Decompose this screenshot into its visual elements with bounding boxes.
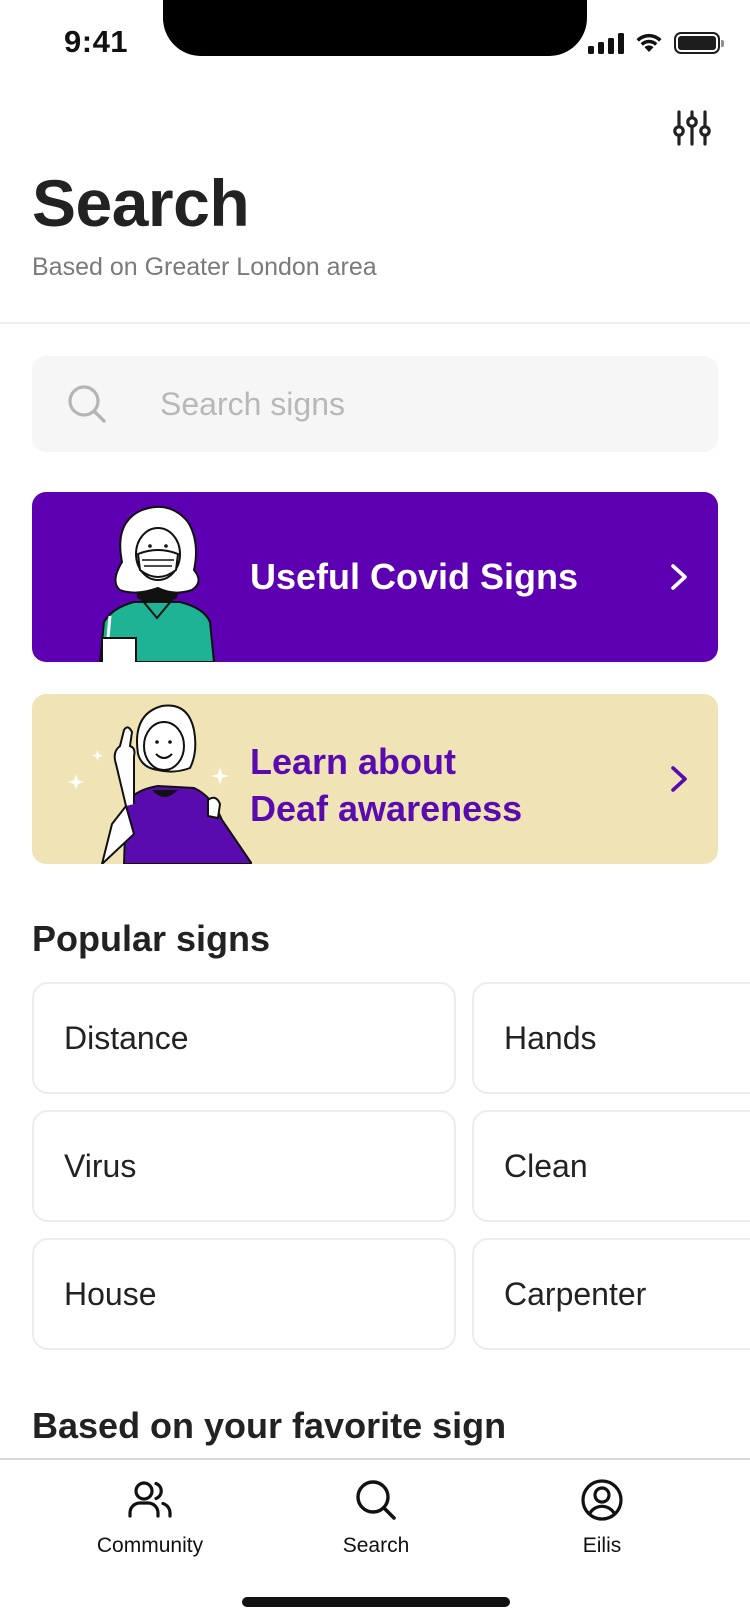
sign-card-house[interactable]: House (32, 1238, 456, 1350)
page-title: Search (32, 166, 250, 240)
sign-card-hands[interactable]: Hands (472, 982, 750, 1094)
sliders-icon (673, 110, 711, 146)
wifi-icon (636, 33, 662, 52)
battery-icon (674, 32, 724, 54)
thumbs-up-woman-illustration (68, 704, 252, 864)
sign-label: Distance (64, 1020, 189, 1056)
tab-search-label: Search (342, 1534, 410, 1557)
sign-label: House (64, 1276, 157, 1312)
sign-card-virus[interactable]: Virus (32, 1110, 456, 1222)
tab-community[interactable]: Community (70, 1476, 230, 1572)
sign-label: Hands (504, 1020, 597, 1056)
cellular-signal-icon (588, 32, 624, 54)
deaf-awareness-line-2: Deaf awareness (250, 788, 523, 829)
covid-signs-label: Useful Covid Signs (250, 556, 579, 597)
deaf-awareness-line-1: Learn about (250, 741, 457, 782)
sign-card-distance[interactable]: Distance (32, 982, 456, 1094)
search-icon (68, 385, 106, 423)
popular-signs-heading: Popular signs (32, 918, 271, 959)
tab-community-label: Community (96, 1534, 204, 1557)
home-indicator (242, 1597, 510, 1607)
sign-label: Clean (504, 1148, 588, 1184)
status-time: 9:41 (64, 24, 129, 59)
masked-woman-illustration (98, 506, 216, 662)
search-screen: 9:41 Search Based on Greater London area (0, 0, 750, 1624)
people-icon (128, 1481, 172, 1518)
filter-button[interactable] (672, 108, 712, 148)
favorite-sign-heading: Based on your favorite sign (32, 1405, 507, 1446)
sign-card-clean[interactable]: Clean (472, 1110, 750, 1222)
location-subtitle: Based on Greater London area (32, 253, 377, 281)
tab-profile[interactable]: Eilis (522, 1476, 682, 1572)
chevron-right-icon (671, 564, 687, 590)
search-input[interactable] (160, 384, 680, 424)
deaf-awareness-label: Learn about Deaf awareness (250, 738, 522, 832)
sign-label: Carpenter (504, 1276, 647, 1312)
device-notch (163, 0, 587, 56)
tab-profile-label: Eilis (582, 1534, 622, 1557)
deaf-awareness-banner[interactable]: Learn about Deaf awareness (32, 694, 718, 864)
chevron-right-icon (671, 766, 687, 792)
profile-icon (581, 1479, 623, 1521)
covid-signs-banner[interactable]: Useful Covid Signs (32, 492, 718, 662)
header-divider (0, 322, 750, 324)
tab-search[interactable]: Search (296, 1476, 456, 1572)
search-box[interactable] (32, 356, 718, 452)
search-icon (356, 1480, 396, 1520)
sign-card-carpenter[interactable]: Carpenter (472, 1238, 750, 1350)
status-icons (588, 32, 724, 54)
sign-label: Virus (64, 1148, 137, 1184)
